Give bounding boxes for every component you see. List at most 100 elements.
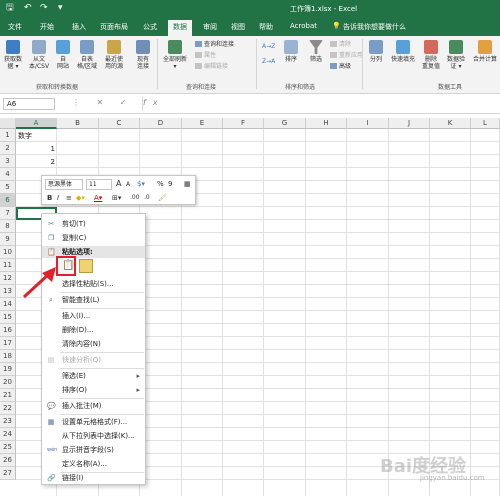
menu-format-cells[interactable]: ▦ 设置单元格格式(F)... <box>42 416 145 428</box>
paste-values-button[interactable] <box>79 259 93 273</box>
data-validation-button[interactable]: 数据验 证 ▾ <box>444 40 468 70</box>
refresh-all-button[interactable]: 全部刷新 ▾ <box>160 40 190 70</box>
row-header-10[interactable]: 10 <box>0 246 16 259</box>
row-header-11[interactable]: 11 <box>0 259 16 272</box>
row-header-8[interactable]: 8 <box>0 220 16 233</box>
menu-insert-comment[interactable]: 💬 插入批注(M) <box>42 400 145 412</box>
row-header-19[interactable]: 19 <box>0 363 16 376</box>
row-header-2[interactable]: 2 <box>0 142 16 155</box>
sort-descending-button[interactable]: Z→A <box>262 58 275 66</box>
grow-font-button[interactable]: A <box>116 179 121 189</box>
column-header-c[interactable]: C <box>99 118 140 129</box>
column-header-i[interactable]: I <box>347 118 389 129</box>
properties-button[interactable]: 属性 <box>195 52 216 60</box>
edit-links-button[interactable]: 编辑链接 <box>195 63 228 71</box>
row-header-6[interactable]: 6 <box>0 194 16 207</box>
sort-ascending-button[interactable]: A→Z <box>262 43 275 51</box>
existing-connections-button[interactable]: 现有 连接 <box>132 40 154 70</box>
row-header-9[interactable]: 9 <box>0 233 16 246</box>
reapply-button[interactable]: 重新应用 <box>330 52 363 60</box>
column-header-j[interactable]: J <box>389 118 430 129</box>
quick-access-dropdown-icon[interactable]: ▾ <box>58 3 63 14</box>
shrink-font-button[interactable]: A <box>126 180 130 190</box>
tab-formulas[interactable]: 公式 <box>143 22 157 32</box>
percent-button[interactable]: % <box>157 179 164 189</box>
row-header-3[interactable]: 3 <box>0 155 16 168</box>
tab-view[interactable]: 视图 <box>231 22 245 32</box>
save-icon[interactable]: 🖫 <box>6 3 14 14</box>
row-header-23[interactable]: 23 <box>0 415 16 428</box>
align-center-icon[interactable]: ≡ <box>66 193 72 203</box>
queries-connections-button[interactable]: 查询和连接 <box>195 41 234 49</box>
menu-filter[interactable]: 筛选(E) ▸ <box>42 370 145 382</box>
menu-quick-analysis[interactable]: ▤ 快速分析(Q) <box>42 354 145 366</box>
cell-a3[interactable]: 2 <box>18 156 55 169</box>
column-header-b[interactable]: B <box>57 118 99 129</box>
menu-cut[interactable]: ✂ 剪切(T) <box>42 218 145 230</box>
column-header-k[interactable]: K <box>430 118 471 129</box>
remove-duplicates-button[interactable]: 删除 重复值 <box>420 40 442 70</box>
row-header-13[interactable]: 13 <box>0 285 16 298</box>
text-to-columns-button[interactable]: 分列 <box>366 40 386 63</box>
row-header-5[interactable]: 5 <box>0 181 16 194</box>
tell-me-box[interactable]: 告诉我你想要做什么 <box>343 22 406 32</box>
get-data-button[interactable]: 获取数 据 ▾ <box>2 40 24 70</box>
undo-icon[interactable]: ↶ <box>24 3 32 14</box>
row-header-12[interactable]: 12 <box>0 272 16 285</box>
formula-input[interactable] <box>142 97 497 111</box>
name-box[interactable]: A6 <box>3 98 55 110</box>
menu-link[interactable]: 🔗 链接(I) <box>42 472 145 484</box>
font-color-icon[interactable]: A▾ <box>94 193 102 203</box>
fill-color-icon[interactable]: ◆▾ <box>76 193 85 203</box>
font-size-box[interactable]: 11 <box>86 179 112 190</box>
select-all-corner[interactable] <box>0 118 16 129</box>
row-header-7[interactable]: 7 <box>0 207 16 220</box>
tab-review[interactable]: 审阅 <box>203 22 217 32</box>
recent-sources-button[interactable]: 最近使 用的源 <box>101 40 127 70</box>
row-header-15[interactable]: 15 <box>0 311 16 324</box>
advanced-filter-button[interactable]: 高级 <box>330 63 351 71</box>
italic-button[interactable]: I <box>57 193 59 203</box>
clear-filter-button[interactable]: 清除 <box>330 41 351 49</box>
cell-a2[interactable]: 1 <box>18 143 55 156</box>
column-header-g[interactable]: G <box>264 118 306 129</box>
menu-insert[interactable]: 插入(I)... <box>42 310 145 322</box>
row-header-16[interactable]: 16 <box>0 324 16 337</box>
cell-a1[interactable]: 数字 <box>18 130 32 143</box>
filter-button[interactable]: 筛选 <box>306 40 326 63</box>
tab-page-layout[interactable]: 页面布局 <box>100 22 128 32</box>
row-header-24[interactable]: 24 <box>0 428 16 441</box>
borders-icon[interactable]: ⊞▾ <box>112 193 121 203</box>
column-header-a[interactable]: A <box>16 118 57 129</box>
row-header-21[interactable]: 21 <box>0 389 16 402</box>
row-header-14[interactable]: 14 <box>0 298 16 311</box>
menu-copy[interactable]: ❐ 复制(C) <box>42 232 145 244</box>
format-painter-icon[interactable]: 🖌 <box>158 193 167 203</box>
menu-show-phonetic[interactable]: wén 显示拼音字段(S) <box>42 444 145 456</box>
menu-clear-contents[interactable]: 清除内容(N) <box>42 338 145 350</box>
column-header-f[interactable]: F <box>223 118 264 129</box>
column-header-e[interactable]: E <box>182 118 223 129</box>
sort-button[interactable]: 排序 <box>281 40 301 63</box>
format-table-icon[interactable]: ▦ <box>184 179 191 189</box>
column-header-h[interactable]: H <box>306 118 347 129</box>
row-header-1[interactable]: 1 <box>0 129 16 142</box>
row-header-22[interactable]: 22 <box>0 402 16 415</box>
tab-data[interactable]: 数据 <box>168 20 192 36</box>
row-header-26[interactable]: 26 <box>0 454 16 467</box>
row-header-17[interactable]: 17 <box>0 337 16 350</box>
cancel-enter-icons[interactable]: ⋮ ✕ ✓ <box>72 98 134 107</box>
row-header-4[interactable]: 4 <box>0 168 16 181</box>
font-name-box[interactable]: 思源黑体 <box>45 179 83 190</box>
row-header-18[interactable]: 18 <box>0 350 16 363</box>
increase-decimal-icon[interactable]: .00 <box>130 193 140 203</box>
redo-icon[interactable]: ↷ <box>40 3 48 14</box>
from-web-button[interactable]: 自 网站 <box>53 40 73 70</box>
tab-home[interactable]: 开始 <box>40 22 54 32</box>
tab-help[interactable]: 帮助 <box>259 22 273 32</box>
flash-fill-button[interactable]: 快速填充 <box>388 40 418 63</box>
decrease-decimal-icon[interactable]: .0 <box>144 193 150 203</box>
accounting-format-icon[interactable]: $▾ <box>137 179 145 189</box>
row-header-27[interactable]: 27 <box>0 467 16 480</box>
consolidate-button[interactable]: 合并计算 <box>470 40 500 63</box>
